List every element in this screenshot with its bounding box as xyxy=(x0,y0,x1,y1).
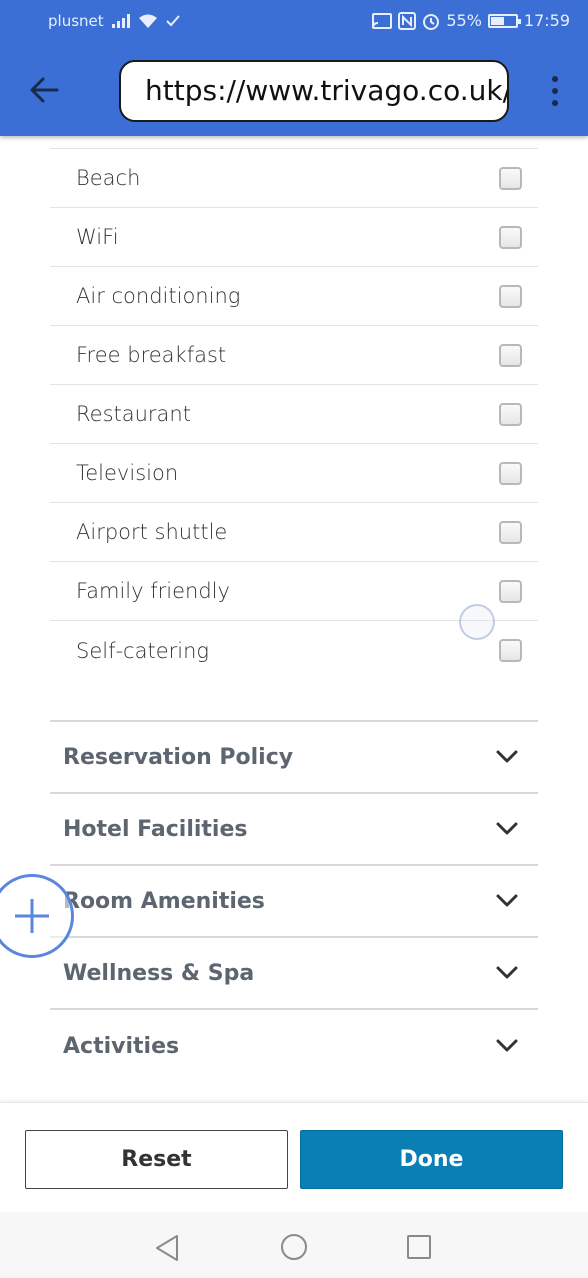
amenity-checkbox[interactable] xyxy=(499,343,522,367)
amenity-label: WiFi xyxy=(76,225,119,249)
url-field[interactable]: https://www.trivago.co.uk/? xyxy=(119,60,509,122)
amenity-row[interactable]: Restaurant xyxy=(50,385,538,444)
status-right: 55% 17:59 xyxy=(372,11,570,30)
amenity-label: Airport shuttle xyxy=(76,520,228,544)
chevron-down-icon xyxy=(496,894,518,907)
done-button[interactable]: Done xyxy=(300,1130,563,1189)
carrier-name: plusnet xyxy=(48,12,104,30)
amenity-list: Beach WiFi Air conditioning Free breakfast R… xyxy=(50,148,538,680)
alarm-icon xyxy=(423,13,440,30)
amenity-checkbox[interactable] xyxy=(499,225,522,249)
amenity-row[interactable]: Free breakfast xyxy=(50,326,538,385)
amenity-checkbox[interactable] xyxy=(499,579,522,603)
chevron-down-icon xyxy=(496,1039,518,1052)
menu-button[interactable] xyxy=(540,74,570,108)
filter-sections: Reservation Policy Hotel Facilities Room A… xyxy=(50,720,538,1082)
filter-footer: Reset Done xyxy=(0,1102,588,1212)
amenity-label: Air conditioning xyxy=(76,284,241,308)
battery-icon xyxy=(487,13,521,28)
section-title: Hotel Facilities xyxy=(63,816,248,842)
clock: 17:59 xyxy=(523,11,570,30)
amenity-label: Self-catering xyxy=(76,638,210,663)
amenity-label: Television xyxy=(76,461,179,485)
battery-percent: 55% xyxy=(446,11,482,30)
chevron-down-icon xyxy=(496,822,518,835)
amenity-row[interactable]: Television xyxy=(50,444,538,503)
amenity-checkbox[interactable] xyxy=(499,166,522,190)
amenity-checkbox[interactable] xyxy=(499,284,522,308)
arrow-left-icon xyxy=(30,77,59,103)
browser-toolbar: https://www.trivago.co.uk/? xyxy=(0,44,588,136)
section-title: Reservation Policy xyxy=(63,744,294,770)
chevron-down-icon xyxy=(496,966,518,979)
amenity-label: Free breakfast xyxy=(76,343,227,367)
check-icon xyxy=(165,15,180,27)
touch-indicator xyxy=(459,604,495,640)
cast-icon xyxy=(372,12,393,29)
signal-icon xyxy=(111,14,130,28)
amenity-label: Restaurant xyxy=(76,402,191,426)
section-header[interactable]: Hotel Facilities xyxy=(50,794,538,866)
amenity-row[interactable]: Beach xyxy=(50,149,538,208)
back-button[interactable] xyxy=(22,68,66,112)
nav-recents-icon[interactable] xyxy=(407,1235,431,1259)
chevron-down-icon xyxy=(496,750,518,763)
section-title: Activities xyxy=(63,1033,180,1059)
kebab-menu-icon xyxy=(552,76,558,82)
plus-icon xyxy=(15,899,49,933)
section-title: Wellness & Spa xyxy=(63,960,255,986)
wifi-icon xyxy=(138,14,157,28)
section-header[interactable]: Wellness & Spa xyxy=(50,938,538,1010)
system-nav-bar xyxy=(0,1212,588,1278)
section-header[interactable]: Room Amenities xyxy=(50,866,538,938)
section-header[interactable]: Reservation Policy xyxy=(50,722,538,794)
status-bar: plusnet 55% 17:59 xyxy=(0,0,588,44)
section-title: Room Amenities xyxy=(63,888,265,914)
nav-back-icon[interactable] xyxy=(154,1234,180,1262)
amenity-filter-list: Beach WiFi Air conditioning Free breakfast R… xyxy=(50,148,538,680)
amenity-checkbox[interactable] xyxy=(499,461,522,485)
amenity-checkbox[interactable] xyxy=(499,520,522,544)
amenity-row[interactable]: WiFi xyxy=(50,208,538,267)
amenity-checkbox[interactable] xyxy=(499,639,522,662)
amenity-row[interactable]: Air conditioning xyxy=(50,267,538,326)
amenity-label: Family friendly xyxy=(76,579,230,603)
battery-level xyxy=(490,16,505,25)
status-left: plusnet xyxy=(48,12,180,30)
nav-home-icon[interactable] xyxy=(281,1234,307,1260)
nfc-icon xyxy=(398,11,417,30)
reset-button[interactable]: Reset xyxy=(25,1130,288,1189)
amenity-row[interactable]: Airport shuttle xyxy=(50,503,538,562)
amenity-checkbox[interactable] xyxy=(499,402,522,426)
section-header[interactable]: Activities xyxy=(50,1010,538,1082)
amenity-label: Beach xyxy=(76,166,141,190)
